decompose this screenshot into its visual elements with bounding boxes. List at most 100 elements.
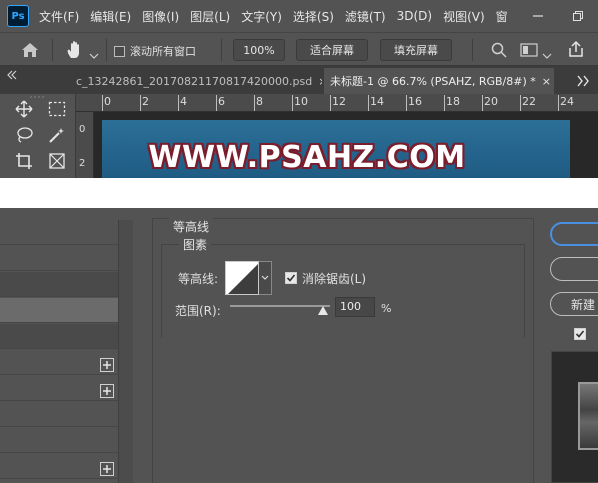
add-effect-button[interactable] [100,358,114,372]
menu-layer[interactable]: 图层(L) [190,8,230,25]
document-canvas[interactable]: WWW.PSAHZ.COM [102,120,570,178]
hand-tool-icon[interactable] [64,39,86,65]
menu-3d[interactable]: 3D(D) [397,9,432,23]
list-scrollbar[interactable] [118,220,133,483]
workspace-icon[interactable] [520,42,538,62]
ruler-label: 2 [79,158,86,169]
tab-psd-file[interactable]: c_13242861_20170821170817420000.psd × [70,68,322,94]
elements-group [161,244,525,338]
move-tool-icon[interactable] [13,98,35,120]
range-slider-thumb[interactable] [318,306,328,315]
menu-image[interactable]: 图像(I) [142,8,179,25]
add-effect-button[interactable] [100,384,114,398]
maximize-button[interactable] [558,0,598,32]
tab-label: 未标题-1 @ 66.7% (PSAHZ, RGB/8#) * [330,75,536,88]
menu-edit[interactable]: 编辑(E) [90,8,131,25]
magic-wand-tool-icon[interactable] [46,124,68,146]
ruler-label: 16 [408,95,422,108]
minimize-button[interactable] [518,0,558,32]
range-label: 范围(R): [175,304,221,318]
ruler-label: 8 [256,95,263,108]
separator [52,39,53,61]
close-icon[interactable]: × [318,75,322,88]
ruler-tick [140,95,141,111]
ok-button[interactable] [550,222,598,246]
separator [221,39,222,61]
contour-settings-panel: 等高线 图素 [152,218,534,483]
list-item-selected[interactable] [0,298,118,323]
range-unit: % [381,302,392,315]
style-list [0,220,118,483]
anti-alias-checkbox[interactable] [285,272,297,284]
menu-filter[interactable]: 滤镜(T) [345,8,386,25]
range-input[interactable]: 100 [335,297,375,317]
tab-untitled-1[interactable]: 未标题-1 @ 66.7% (PSAHZ, RGB/8#) * × [324,68,554,94]
group-title: 图素 [179,236,212,253]
menu-bar: Ps 文件(F) 编辑(E) 图像(I) 图层(L) 文字(Y) 选择(S) 滤… [0,0,598,32]
ruler-label: 22 [522,95,536,108]
list-item[interactable] [0,428,118,453]
white-gap [0,178,598,208]
range-slider[interactable] [230,305,330,307]
menu-type[interactable]: 文字(Y) [241,8,282,25]
horizontal-ruler[interactable]: 0 2 4 6 8 10 12 14 16 18 20 22 24 [76,94,598,112]
new-style-label: 新建 [571,297,596,312]
scroll-all-windows-checkbox[interactable]: 滚动所有窗口 [114,43,196,59]
plus-icon [103,465,111,473]
share-icon[interactable] [567,40,585,62]
new-style-button[interactable]: 新建 [550,292,598,316]
chevron-down-icon[interactable] [542,45,552,64]
ruler-label: 4 [180,95,187,108]
menu-window[interactable]: 窗 [496,8,508,25]
ruler-tick [254,95,255,111]
list-item[interactable] [0,402,118,427]
contour-label: 等高线: [178,272,219,286]
add-effect-button[interactable] [100,462,114,476]
tools-panel [0,94,76,178]
list-item[interactable] [0,220,118,245]
ruler-label: 12 [332,95,346,108]
collapse-panels-icon[interactable] [6,70,18,83]
ruler-label: 10 [294,95,308,108]
fill-screen-button[interactable]: 填充屏幕 [380,39,452,61]
restore-icon [573,11,583,21]
zoom-100-button[interactable]: 100% [233,39,285,61]
contour-picker[interactable] [225,261,259,295]
list-item[interactable] [0,272,118,297]
crop-tool-icon[interactable] [13,150,35,172]
ruler-label: 18 [446,95,460,108]
chevron-down-icon[interactable] [89,45,99,64]
chevron-down-icon [261,275,269,280]
home-icon[interactable] [20,41,40,63]
vertical-ruler[interactable]: 0 2 [76,112,94,178]
ruler-tick [330,95,331,111]
canvas-area[interactable]: WWW.PSAHZ.COM [94,112,598,178]
cancel-button[interactable] [550,257,598,281]
more-tabs-icon[interactable] [576,72,590,91]
minimize-icon [533,15,543,17]
preview-swatch [578,382,598,450]
section-title: 等高线 [169,218,214,235]
close-icon[interactable]: × [542,75,551,88]
menu-file[interactable]: 文件(F) [39,8,79,25]
checkbox-box[interactable] [114,45,125,57]
ruler-tick [292,95,293,111]
list-item[interactable] [0,246,118,271]
contour-dropdown[interactable] [259,261,272,295]
frame-tool-icon[interactable] [46,150,68,172]
photoshop-window: Ps 文件(F) 编辑(E) 图像(I) 图层(L) 文字(Y) 选择(S) 滤… [0,0,598,178]
menu-select[interactable]: 选择(S) [293,8,334,25]
ruler-tick [368,95,369,111]
list-item[interactable] [0,324,118,349]
menu-view[interactable]: 视图(V) [443,8,485,25]
checkmark-icon [575,330,585,338]
marquee-tool-icon[interactable] [46,98,68,120]
checkmark-icon [286,274,296,282]
search-icon[interactable] [490,41,508,63]
plus-icon [103,387,111,395]
lasso-tool-icon[interactable] [13,124,35,146]
tab-label: c_13242861_20170821170817420000.psd [76,74,313,88]
preview-checkbox[interactable] [574,328,586,340]
fit-screen-button[interactable]: 适合屏幕 [296,39,368,61]
ruler-tick [444,95,445,111]
